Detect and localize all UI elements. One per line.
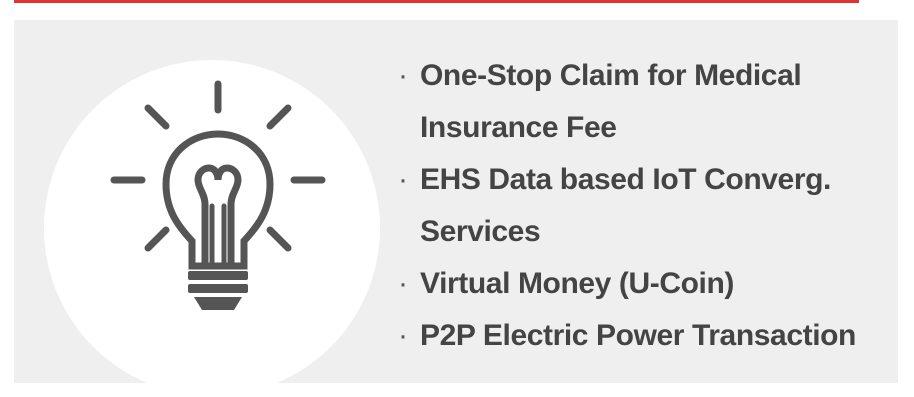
list-item-text: P2P Electric Power Transaction bbox=[420, 319, 856, 352]
list-item-text: One-Stop Claim for Medical Insurance Fee bbox=[420, 59, 802, 144]
light-bulb-icon bbox=[110, 80, 326, 310]
bullet-dot: · bbox=[398, 267, 408, 300]
list-item: · One-Stop Claim for Medical Insurance Fe… bbox=[392, 50, 902, 154]
list-item: · P2P Electric Power Transaction bbox=[392, 310, 902, 362]
list-item: · Virtual Money (U-Coin) bbox=[392, 258, 902, 310]
feature-list: · One-Stop Claim for Medical Insurance Fe… bbox=[392, 50, 902, 362]
bullet-dot: · bbox=[398, 59, 408, 92]
list-item-text: Virtual Money (U-Coin) bbox=[420, 267, 734, 300]
bullet-dot: · bbox=[398, 319, 408, 352]
list-item-text: EHS Data based IoT Converg. Services bbox=[420, 163, 831, 248]
list-item: · EHS Data based IoT Converg. Services bbox=[392, 154, 902, 258]
bullet-dot: · bbox=[398, 163, 408, 196]
